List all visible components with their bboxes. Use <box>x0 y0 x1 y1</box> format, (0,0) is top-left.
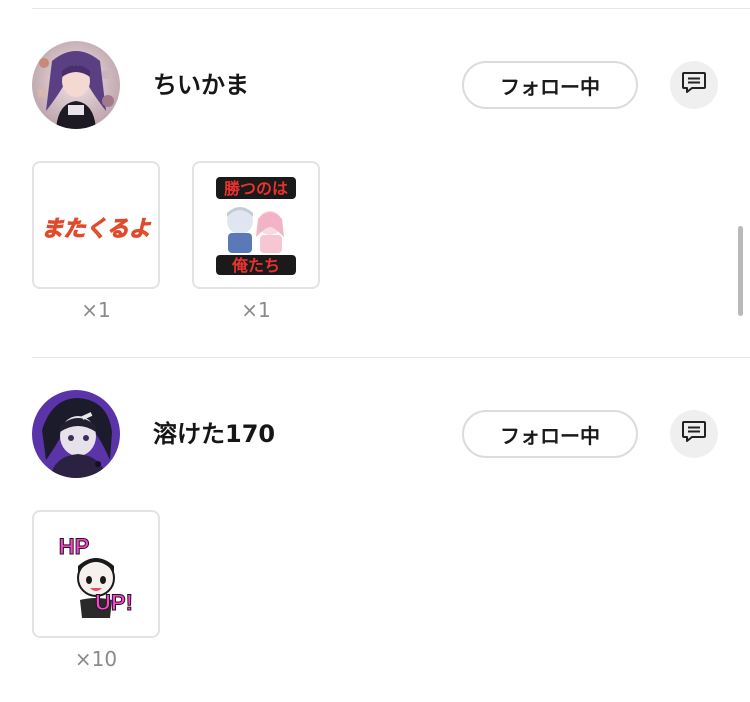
scrollbar[interactable] <box>738 226 743 316</box>
gift-sticker[interactable]: またくるよ <box>32 161 160 289</box>
message-button[interactable] <box>670 61 718 109</box>
sticker-text-bottom: 俺たち <box>231 256 280 275</box>
sticker-text-top: HP <box>59 534 90 559</box>
sticker-text-top: 勝つのは <box>224 179 288 198</box>
message-button[interactable] <box>670 410 718 458</box>
gift-sticker[interactable]: 勝つのは 俺たち <box>192 161 320 289</box>
avatar[interactable] <box>32 390 120 478</box>
top-divider <box>32 8 750 9</box>
gift-count: ×1 <box>81 298 111 322</box>
sticker-text: またくるよ <box>41 216 152 241</box>
sticker-text-bottom: UP! <box>95 590 133 615</box>
section-divider <box>32 357 750 358</box>
gift-sticker[interactable]: HP UP! <box>32 510 160 638</box>
gift-count: ×10 <box>74 647 118 671</box>
following-button[interactable]: フォロー中 <box>462 410 638 458</box>
avatar[interactable] <box>32 41 120 129</box>
username[interactable]: ちいかま <box>153 70 249 100</box>
gift-count: ×1 <box>241 298 271 322</box>
username[interactable]: 溶けた170 <box>153 419 275 449</box>
message-icon <box>681 420 707 448</box>
following-button[interactable]: フォロー中 <box>462 61 638 109</box>
message-icon <box>681 71 707 99</box>
